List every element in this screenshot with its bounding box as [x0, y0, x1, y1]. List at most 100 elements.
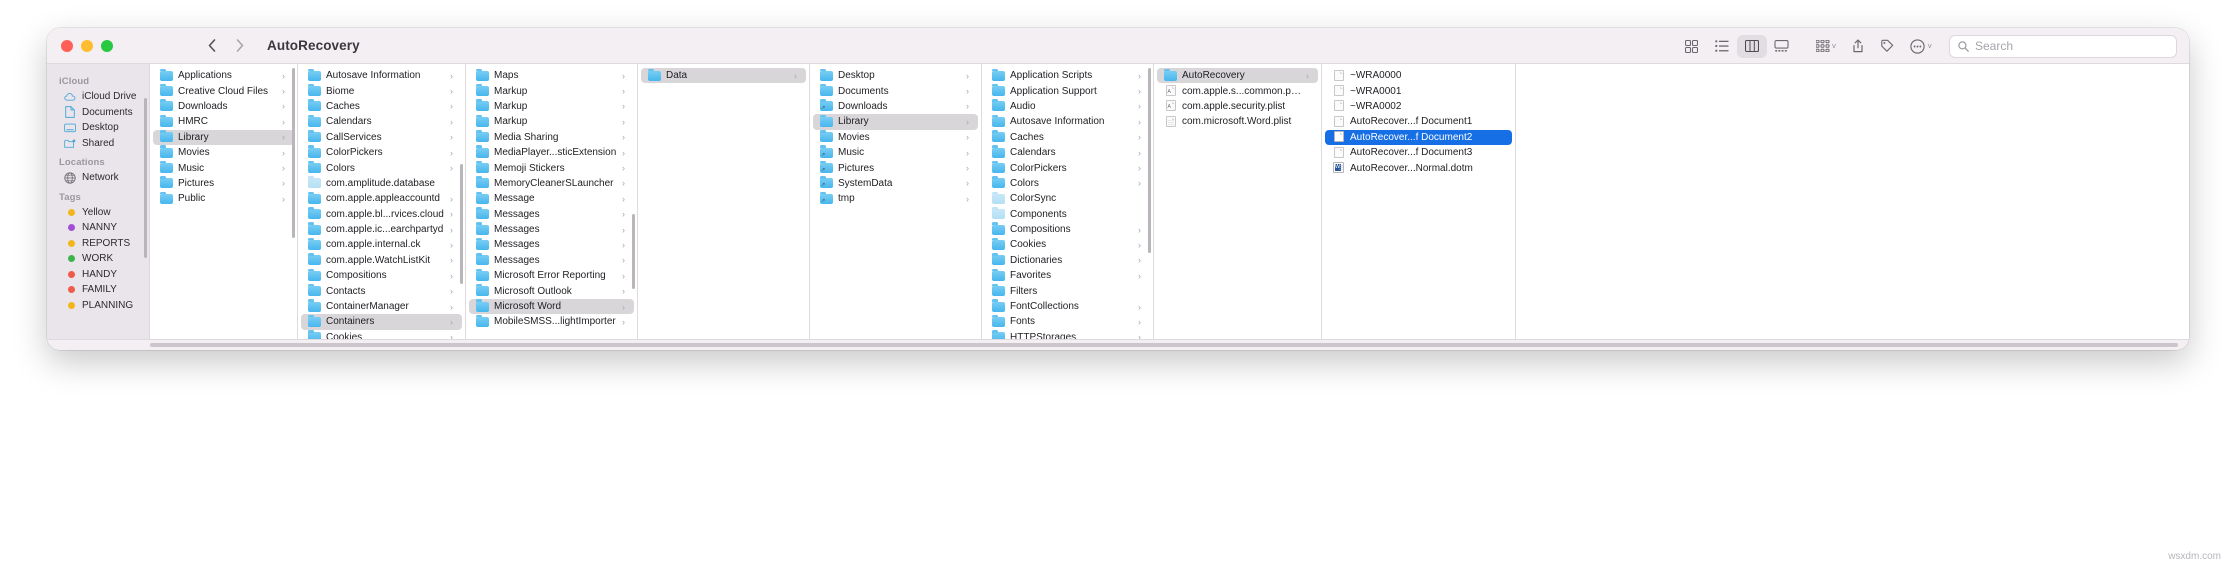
column-row[interactable]: Library › — [153, 129, 294, 145]
column-row[interactable]: Maps › — [469, 68, 634, 83]
back-button[interactable] — [199, 34, 225, 58]
column-row[interactable]: Movies › — [813, 130, 978, 145]
column-scrollbar[interactable] — [459, 164, 463, 284]
tag-button[interactable] — [1873, 35, 1901, 58]
column-row[interactable]: com.apple.internal.ck › — [301, 237, 462, 252]
column-row[interactable]: Microsoft Error Reporting › — [469, 268, 634, 283]
column-row[interactable]: CallServices › — [301, 130, 462, 145]
column-row[interactable]: Microsoft Word › — [469, 298, 634, 315]
sidebar-item-desktop[interactable]: Desktop — [52, 120, 143, 136]
column-row[interactable]: Data › — [641, 68, 806, 84]
sidebar-scrollbar[interactable] — [144, 98, 147, 258]
column-row[interactable]: Caches › — [301, 99, 462, 114]
column-row[interactable]: FontCollections › — [985, 299, 1150, 314]
column-row[interactable]: AutoRecover...Normal.dotm — [1325, 160, 1512, 175]
column-row[interactable]: com.apple.ic...earchpartyd › — [301, 222, 462, 237]
sidebar-item-yellow[interactable]: Yellow — [52, 205, 143, 221]
sidebar[interactable]: iCloud iCloud Drive Documents Desktop Shared… — [47, 64, 150, 339]
column-row[interactable]: Memoji Stickers › — [469, 160, 634, 175]
column-row[interactable]: ~WRA0001 — [1325, 83, 1512, 98]
column-row[interactable]: Desktop › — [813, 68, 978, 83]
column-row[interactable]: Calendars › — [301, 114, 462, 129]
column-row[interactable]: ~WRA0000 — [1325, 68, 1512, 83]
column-row[interactable]: MobileSMSS...lightImporter › — [469, 314, 634, 329]
column-row[interactable]: com.apple.s...common.plist — [1157, 83, 1318, 98]
column-row[interactable]: Markup › — [469, 99, 634, 114]
column-row[interactable]: Messages › — [469, 237, 634, 252]
column-row[interactable]: Creative Cloud Files › — [153, 83, 294, 98]
column-row[interactable]: Colors › — [985, 176, 1150, 191]
column-row[interactable]: MediaPlayer...sticExtension › — [469, 145, 634, 160]
sidebar-item-planning[interactable]: PLANNING — [52, 298, 143, 314]
column-row[interactable]: HMRC › — [153, 114, 294, 129]
minimize-button[interactable] — [81, 39, 93, 52]
column-row[interactable]: com.apple.security.plist — [1157, 99, 1318, 114]
column-row[interactable]: ColorSync — [985, 191, 1150, 206]
column-row[interactable]: AutoRecovery › — [1157, 68, 1318, 84]
column-row[interactable]: Fonts › — [985, 314, 1150, 329]
column-row[interactable]: Messages › — [469, 207, 634, 222]
sidebar-item-icloud-drive[interactable]: iCloud Drive — [52, 89, 143, 105]
column-row[interactable]: Contacts › — [301, 283, 462, 298]
column-row[interactable]: com.apple.WatchListKit › — [301, 253, 462, 268]
horizontal-scrollbar[interactable] — [47, 339, 2189, 350]
column-row[interactable]: Autosave Information › — [301, 68, 462, 83]
column-row[interactable]: Applications › — [153, 68, 294, 83]
column-row[interactable]: Public › — [153, 191, 294, 206]
column-row[interactable]: com.apple.bl...rvices.cloud › — [301, 207, 462, 222]
sidebar-item-shared[interactable]: Shared — [52, 136, 143, 152]
more-actions-button[interactable]: ˅ — [1903, 35, 1939, 58]
column-row[interactable]: Markup › — [469, 114, 634, 129]
column-row[interactable]: Audio › — [985, 99, 1150, 114]
column-row[interactable]: Markup › — [469, 83, 634, 98]
column-row[interactable]: Calendars › — [985, 145, 1150, 160]
column-row[interactable]: Biome › — [301, 83, 462, 98]
column-row[interactable]: Autosave Information › — [985, 114, 1150, 129]
list-view-icon[interactable] — [1707, 35, 1737, 58]
column-row[interactable]: com.apple.appleaccountd › — [301, 191, 462, 206]
column-row[interactable]: Media Sharing › — [469, 130, 634, 145]
column-row[interactable]: Containers › — [301, 314, 462, 330]
column-row[interactable]: Components — [985, 207, 1150, 222]
column-row[interactable]: Application Support › — [985, 83, 1150, 98]
column-row[interactable]: Documents › — [813, 83, 978, 98]
column-row[interactable]: ContainerManager › — [301, 299, 462, 314]
column-row[interactable]: ↗ Pictures › — [813, 160, 978, 175]
column-row[interactable]: Library › — [813, 114, 978, 130]
search-field[interactable]: Search — [1949, 34, 2177, 58]
sidebar-item-nanny[interactable]: NANNY — [52, 220, 143, 236]
column-row[interactable]: ColorPickers › — [301, 145, 462, 160]
column-row[interactable]: com.amplitude.database — [301, 176, 462, 191]
column-row[interactable]: AutoRecover...f Document3 — [1325, 145, 1512, 160]
column-row[interactable]: Compositions › — [301, 268, 462, 283]
column-scrollbar[interactable] — [1147, 68, 1151, 253]
share-button[interactable] — [1845, 35, 1871, 58]
column-row[interactable]: Downloads › — [153, 99, 294, 114]
sidebar-item-reports[interactable]: REPORTS — [52, 236, 143, 252]
sidebar-item-family[interactable]: FAMILY — [52, 282, 143, 298]
sidebar-item-work[interactable]: WORK — [52, 251, 143, 267]
column-row[interactable]: com.microsoft.Word.plist — [1157, 114, 1318, 129]
column-row[interactable]: Filters — [985, 283, 1150, 298]
group-by-button[interactable]: ˅ — [1809, 35, 1844, 58]
column-row[interactable]: ↗ Music › — [813, 145, 978, 160]
column-row[interactable]: ↗ Downloads › — [813, 99, 978, 114]
horizontal-scroll-thumb[interactable] — [150, 343, 2178, 347]
column-row[interactable]: ~WRA0002 — [1325, 99, 1512, 114]
column-row[interactable]: Messages › — [469, 222, 634, 237]
icon-view-icon[interactable] — [1677, 35, 1707, 58]
column-scrollbar[interactable] — [291, 68, 295, 238]
column-row[interactable]: Message › — [469, 191, 634, 206]
forward-button[interactable] — [227, 34, 253, 58]
column-row[interactable]: ↗ tmp › — [813, 191, 978, 206]
column-row[interactable]: Cookies › — [985, 237, 1150, 252]
column-row[interactable]: Microsoft Outlook › — [469, 283, 634, 298]
column-row[interactable]: Favorites › — [985, 268, 1150, 283]
column-row[interactable]: Messages › — [469, 253, 634, 268]
sidebar-item-network[interactable]: Network — [52, 170, 143, 186]
sidebar-item-documents[interactable]: Documents — [52, 105, 143, 121]
column-row[interactable]: Colors › — [301, 160, 462, 175]
column-row[interactable]: HTTPStorages › — [985, 330, 1150, 339]
column-row[interactable]: Dictionaries › — [985, 253, 1150, 268]
gallery-view-icon[interactable] — [1767, 35, 1797, 58]
